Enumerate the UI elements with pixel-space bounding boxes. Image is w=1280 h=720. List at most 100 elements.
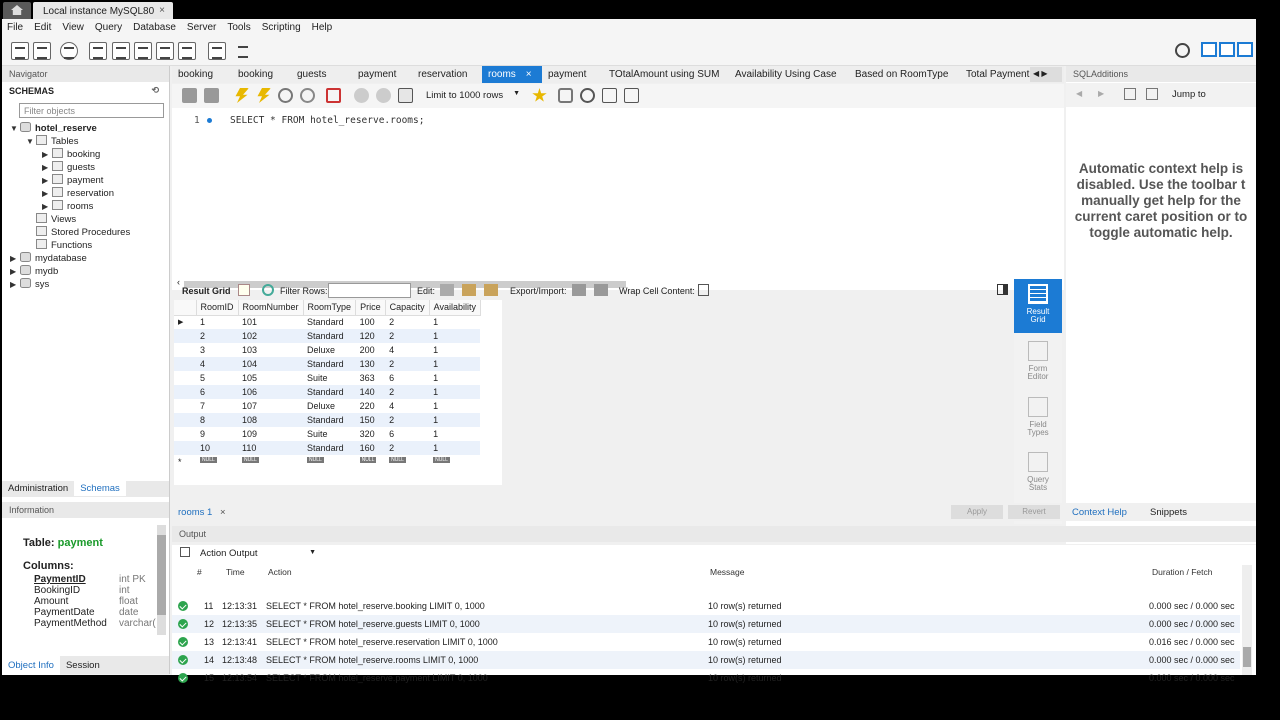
table-cell[interactable]: 220 [356,399,386,413]
autocommit-icon[interactable] [398,88,413,103]
refresh-schemas-icon[interactable]: ⟲ [151,85,159,96]
menu-edit[interactable]: Edit [29,19,57,33]
back-icon[interactable]: ◀ [1076,89,1082,98]
column-header[interactable]: Capacity [385,300,430,316]
toggle-error-icon[interactable] [326,88,341,103]
result-tab-rooms[interactable]: rooms 1 × [178,507,226,518]
create-schema-icon[interactable] [89,42,107,60]
table-cell[interactable]: Standard [303,385,356,399]
new-row[interactable]: * NULL NULL NULL NULL NULL NULL [174,455,480,469]
table-cell[interactable]: 130 [355,357,386,371]
table-cell[interactable]: 2 [385,329,430,343]
table-cell[interactable]: Standard [303,413,356,427]
table-cell[interactable]: Standard [303,441,356,455]
output-row[interactable]: 13 12:13:41 SELECT * FROM hotel_reserve.re… [172,633,1240,651]
new-sql-tab-icon[interactable] [11,42,29,60]
table-cell[interactable]: Deluxe [303,399,356,413]
auto-help-icon[interactable] [1146,88,1158,100]
schema-mydb[interactable]: ▶ mydb [10,265,58,277]
search-table-data-icon[interactable] [208,42,226,60]
filter-rows-input[interactable] [328,283,411,298]
beautify-icon[interactable] [558,88,573,103]
output-row[interactable]: 14 12:13:48 SELECT * FROM hotel_reserve.ro… [172,651,1240,669]
export-icon[interactable] [572,284,586,296]
table-cell[interactable]: 2 [385,441,430,455]
manual-help-icon[interactable] [1124,88,1136,100]
table-row[interactable]: ▶ 1 101 Standard 100 2 1 [174,315,480,329]
stored-procedures-folder[interactable]: Stored Procedures [36,226,130,238]
row-marker[interactable] [174,357,196,371]
delete-row-icon[interactable] [484,284,498,296]
close-connection-tab-icon[interactable]: × [159,5,165,16]
stop-icon[interactable] [300,88,315,103]
toggle-output-icon[interactable] [1219,42,1235,57]
rollback-icon[interactable] [376,88,391,103]
table-cell[interactable]: 10 [196,441,239,455]
table-cell[interactable]: 105 [238,371,303,385]
column-header[interactable]: Availability [429,300,481,316]
table-cell[interactable]: 160 [355,441,386,455]
menu-server[interactable]: Server [182,19,222,33]
table-cell[interactable]: 108 [238,413,304,427]
table-cell[interactable]: 6 [385,371,429,385]
output-scrollbar[interactable] [1242,565,1252,675]
table-cell[interactable]: 110 [238,441,304,455]
table-cell[interactable]: 102 [238,329,304,343]
null-cell[interactable]: NULL [303,455,356,469]
inspector-icon[interactable] [60,42,78,60]
toggle-sidebar-icon[interactable] [1201,42,1217,57]
query-tab-booking-2[interactable]: booking [238,66,273,83]
info-scrollbar[interactable] [157,525,166,635]
table-cell[interactable]: 1 [429,399,480,413]
table-row[interactable]: 7 107 Deluxe 220 4 1 [174,399,480,413]
output-row[interactable]: 11 12:13:31 SELECT * FROM hotel_reserve.bo… [172,597,1240,615]
row-marker[interactable]: ▶ [174,315,196,329]
table-cell[interactable]: 1 [196,315,238,329]
sql-editor[interactable]: 1 SELECT * FROM hotel_reserve.rooms; [172,108,1064,278]
schema-mydatabase[interactable]: ▶ mydatabase [10,252,87,264]
table-reservation[interactable]: ▶ reservation [42,187,114,199]
null-cell[interactable]: NULL [356,455,386,469]
open-file-icon[interactable] [182,88,197,103]
table-cell[interactable]: 100 [356,315,386,329]
menu-view[interactable]: View [57,19,90,33]
table-cell[interactable]: Suite [303,371,356,385]
query-tab-rooms[interactable]: rooms × [482,66,542,83]
table-cell[interactable]: 120 [355,329,386,343]
column-header[interactable]: RoomID [196,300,239,316]
reconnect-icon[interactable] [235,42,253,60]
menu-database[interactable]: Database [128,19,182,33]
menu-tools[interactable]: Tools [222,19,256,33]
menu-query[interactable]: Query [90,19,128,33]
output-type-select[interactable]: Action Output ▼ [196,546,320,561]
null-cell[interactable]: NULL [385,455,429,469]
find-replace-icon[interactable] [580,88,595,103]
wrap-cell-icon[interactable] [698,284,709,296]
table-row[interactable]: 8 108 Standard 150 2 1 [174,413,481,427]
menu-help[interactable]: Help [307,19,339,33]
query-tab-availability[interactable]: Availability Using Case [735,66,837,83]
menu-file[interactable]: File [2,19,29,33]
result-grid-view-button[interactable]: Result Grid [1014,279,1062,333]
table-cell[interactable]: 104 [238,357,304,371]
row-marker[interactable] [174,343,196,357]
table-cell[interactable]: 9 [196,427,238,441]
table-cell[interactable]: Deluxe [303,343,356,357]
field-types-button[interactable]: Field Types [1014,392,1062,446]
query-tab-reservation[interactable]: reservation [418,66,467,83]
tab-scroll-arrows-icon[interactable]: ◀ ▶ [1030,67,1062,82]
table-cell[interactable]: 140 [355,385,386,399]
form-editor-button[interactable]: Form Editor [1014,336,1062,390]
output-copy-icon[interactable] [180,547,190,557]
table-cell[interactable]: 200 [356,343,386,357]
commit-icon[interactable] [354,88,369,103]
row-marker[interactable] [174,413,196,427]
table-row[interactable]: 5 105 Suite 363 6 1 [174,371,480,385]
output-row[interactable]: 15 12:13:54 SELECT * FROM hotel_reserve.pa… [172,669,1240,687]
table-guests[interactable]: ▶ guests [42,161,95,173]
explain-icon[interactable] [278,88,293,103]
row-marker[interactable] [174,371,196,385]
table-cell[interactable]: Suite [303,427,356,441]
table-cell[interactable]: 6 [196,385,239,399]
wrap-lines-icon[interactable] [624,88,639,103]
